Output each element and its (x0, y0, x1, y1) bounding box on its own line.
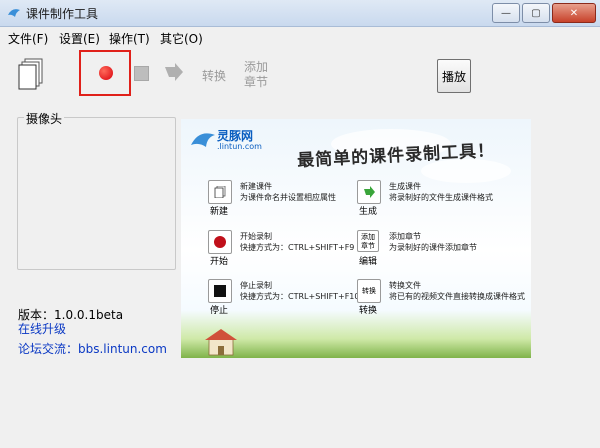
feature-convert-desc: 将已有的视频文件直接转换成课件格式 (389, 292, 525, 301)
feature-start-box (208, 230, 232, 254)
menu-bar: 文件(F) 设置(E) 操作(T) 其它(O) (0, 27, 600, 47)
feature-new-box (208, 180, 232, 204)
online-upgrade-link[interactable]: 在线升级 (18, 320, 66, 337)
new-document-icon (214, 186, 226, 198)
record-button-icon[interactable] (99, 66, 113, 80)
window-title: 课件制作工具 (26, 7, 99, 21)
feature-stop-title: 停止录制 (240, 281, 272, 290)
new-document-icon[interactable] (18, 58, 44, 90)
banner-url: .lintun.com (217, 142, 262, 151)
feature-generate-title: 生成课件 (389, 182, 421, 191)
play-button[interactable]: 播放 (437, 59, 471, 93)
feature-generate-label: 生成 (358, 207, 377, 217)
feature-stop-desc: 快捷方式为：CTRL+SHIFT+F10 (240, 292, 360, 301)
generate-arrow-icon (364, 186, 375, 198)
feature-edit-box: 添加章节 (357, 230, 379, 252)
add-chapter-label-line2: 章节 (244, 75, 269, 89)
feature-start-label: 开始 (209, 257, 228, 267)
feature-edit-label: 编辑 (358, 257, 377, 267)
stop-square-icon (214, 285, 226, 297)
feature-convert-title: 转换文件 (389, 281, 421, 290)
add-chapter-label-line1: 添加 (244, 60, 269, 74)
feature-convert-box: 转换 (357, 279, 381, 303)
maximize-button[interactable]: ▢ (522, 3, 550, 23)
feature-edit-desc: 为录制好的课件添加章节 (389, 243, 477, 252)
convert-button[interactable]: 转换 (202, 67, 226, 84)
feature-stop-box (208, 279, 232, 303)
feature-edit-title: 添加章节 (389, 232, 421, 241)
feature-convert-label: 转换 (358, 306, 377, 316)
title-bar: 课件制作工具 — ▢ ✕ (0, 0, 600, 27)
feature-generate-box (357, 180, 381, 204)
camera-panel: 摄像头 (17, 110, 176, 270)
generate-arrow-icon[interactable] (163, 62, 185, 84)
feature-stop-label: 停止 (209, 306, 228, 316)
menu-settings[interactable]: 设置(E) (59, 30, 100, 47)
menu-other[interactable]: 其它(O) (160, 30, 203, 47)
feature-new-desc: 为课件命名并设置相应属性 (240, 193, 336, 202)
intro-banner: 灵豚网 .lintun.com 最简单的课件录制工具！ 新建 新建课件 为课件命… (181, 119, 531, 358)
menu-operation[interactable]: 操作(T) (109, 30, 150, 47)
menu-file[interactable]: 文件(F) (8, 30, 48, 47)
feature-start-title: 开始录制 (240, 232, 272, 241)
forum-link[interactable]: 论坛交流：bbs.lintun.com (18, 340, 167, 357)
feature-new-title: 新建课件 (240, 182, 272, 191)
camera-legend: 摄像头 (24, 110, 65, 127)
feature-new-label: 新建 (209, 207, 228, 217)
minimize-button[interactable]: — (492, 3, 520, 23)
close-button[interactable]: ✕ (552, 3, 596, 23)
add-chapter-button[interactable]: 添加 章节 (244, 60, 274, 90)
feature-generate-desc: 将录制好的文件生成课件格式 (389, 193, 493, 202)
window-controls: — ▢ ✕ (492, 3, 596, 23)
app-icon (8, 9, 20, 17)
house-illustration-icon (205, 329, 237, 356)
feature-start-desc: 快捷方式为：CTRL+SHIFT+F9 (240, 243, 355, 252)
stop-button-icon[interactable] (134, 66, 149, 81)
record-dot-icon (214, 236, 226, 248)
